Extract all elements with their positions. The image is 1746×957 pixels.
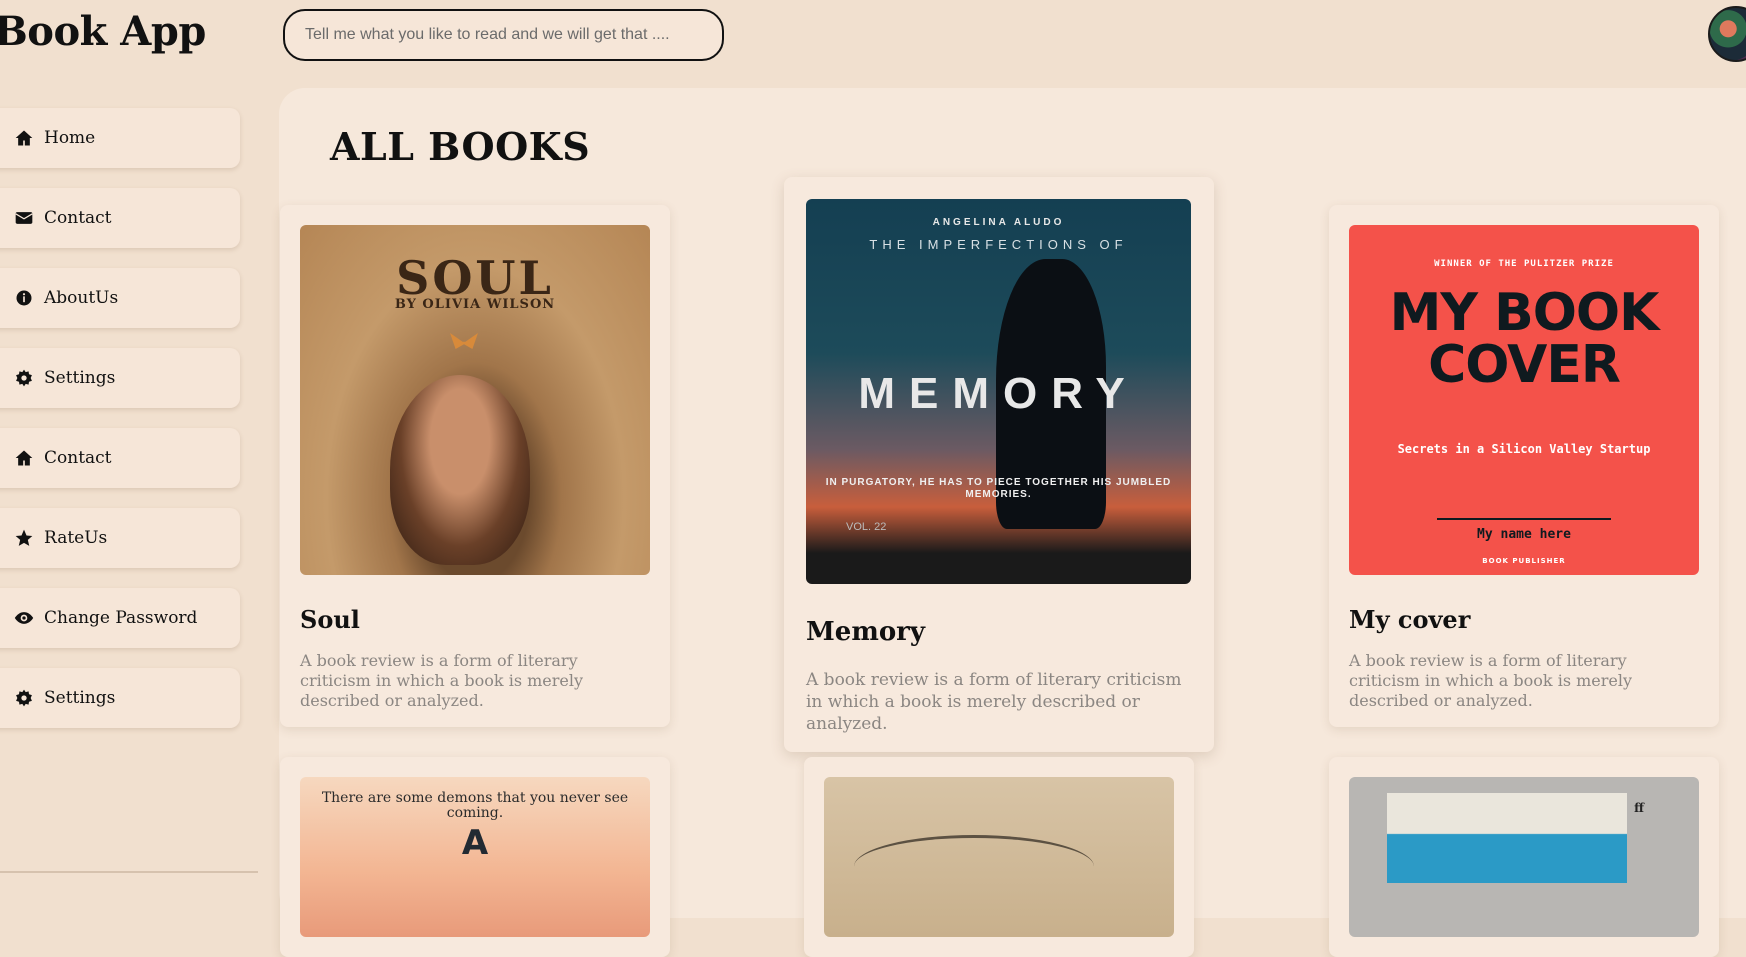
- book-cover[interactable]: There are some demons that you never see…: [300, 777, 650, 937]
- cover-letter: A: [461, 823, 489, 863]
- face-illustration: [390, 375, 530, 565]
- gear-icon: [16, 689, 32, 707]
- book-description: A book review is a form of literary crit…: [806, 670, 1182, 734]
- sidebar-item-label: Settings: [44, 688, 116, 708]
- cover-author: ANGELINA ALUDO: [932, 217, 1065, 228]
- cover-pretitle: THE IMPERFECTIONS OF: [869, 237, 1128, 252]
- cover-quote: There are some demons that you never see…: [321, 790, 629, 821]
- envelope-icon: [15, 212, 33, 224]
- sidebar-item-home[interactable]: Home: [0, 108, 240, 168]
- sidebar-item-settings-2[interactable]: Settings: [0, 668, 240, 728]
- cover-tagline: IN PURGATORY, HE HAS TO PIECE TOGETHER H…: [825, 477, 1172, 500]
- page-title: ALL BOOKS: [330, 124, 591, 169]
- cover-award: WINNER OF THE PULITZER PRIZE: [1434, 259, 1614, 269]
- sidebar-item-label: Settings: [44, 368, 116, 388]
- sidebar-item-rateus[interactable]: RateUs: [0, 508, 240, 568]
- sidebar-item-label: RateUs: [44, 528, 108, 548]
- book-description: A book review is a form of literary crit…: [300, 651, 584, 710]
- sidebar-item-change-password[interactable]: Change Password: [0, 588, 240, 648]
- sidebar-item-label: Contact: [44, 208, 112, 228]
- book-cover[interactable]: ANGELINA ALUDO THE IMPERFECTIONS OF MEMO…: [806, 199, 1191, 584]
- book-title[interactable]: My cover: [1349, 605, 1470, 634]
- star-icon: [15, 529, 33, 546]
- book-card-soul[interactable]: SOUL BY OLIVIA WILSON Soul A book review…: [280, 205, 670, 727]
- sidebar-item-aboutus[interactable]: AboutUs: [0, 268, 240, 328]
- sidebar-item-label: Home: [44, 128, 96, 148]
- cover-title: MEMORY: [858, 369, 1139, 418]
- book-description: A book review is a form of literary crit…: [1349, 651, 1633, 710]
- sidebar-item-label: Contact: [44, 448, 112, 468]
- eye-icon: [14, 612, 34, 624]
- cover-subtitle: Secrets in a Silicon Valley Startup: [1397, 442, 1651, 456]
- cover-author: BY OLIVIA WILSON: [394, 297, 556, 312]
- book-cover[interactable]: SOUL BY OLIVIA WILSON: [300, 225, 650, 575]
- book-illustration: [1387, 793, 1627, 883]
- sidebar-item-settings[interactable]: Settings: [0, 348, 240, 408]
- book-title[interactable]: Soul: [300, 605, 360, 634]
- cover-divider: [1437, 518, 1611, 520]
- book-card-memory[interactable]: ANGELINA ALUDO THE IMPERFECTIONS OF MEMO…: [784, 177, 1214, 752]
- cover-title: MY BOOK COVER: [1389, 283, 1660, 395]
- sidebar-item-label: AboutUs: [44, 288, 119, 308]
- sidebar-item-contact[interactable]: Contact: [0, 188, 240, 248]
- cover-name: My name here: [1477, 527, 1571, 542]
- book-title[interactable]: Memory: [806, 617, 925, 647]
- cover-volume: VOL. 22: [846, 521, 887, 533]
- book-cover[interactable]: [824, 777, 1174, 937]
- avatar[interactable]: [1708, 6, 1746, 62]
- info-icon: [16, 290, 32, 306]
- sidebar-item-contact-2[interactable]: Contact: [0, 428, 240, 488]
- book-card[interactable]: [804, 757, 1194, 957]
- book-card-my-cover[interactable]: WINNER OF THE PULITZER PRIZE MY BOOK COV…: [1329, 205, 1719, 727]
- sidebar-divider: [0, 871, 258, 873]
- home-icon: [15, 450, 33, 466]
- gear-icon: [16, 369, 32, 387]
- search-input[interactable]: [283, 9, 724, 61]
- book-cover[interactable]: WINNER OF THE PULITZER PRIZE MY BOOK COV…: [1349, 225, 1699, 575]
- home-icon: [15, 130, 33, 146]
- book-card[interactable]: There are some demons that you never see…: [280, 757, 670, 957]
- book-card[interactable]: ff: [1329, 757, 1719, 957]
- cover-logo: ff: [1634, 801, 1644, 815]
- book-cover[interactable]: ff: [1349, 777, 1699, 937]
- sidebar-item-label: Change Password: [44, 608, 198, 628]
- app-title: Book App: [0, 8, 206, 55]
- cover-publisher: BOOK PUBLISHER: [1482, 557, 1566, 565]
- sketch-illustration: [854, 835, 1094, 898]
- butterfly-icon: [450, 333, 478, 349]
